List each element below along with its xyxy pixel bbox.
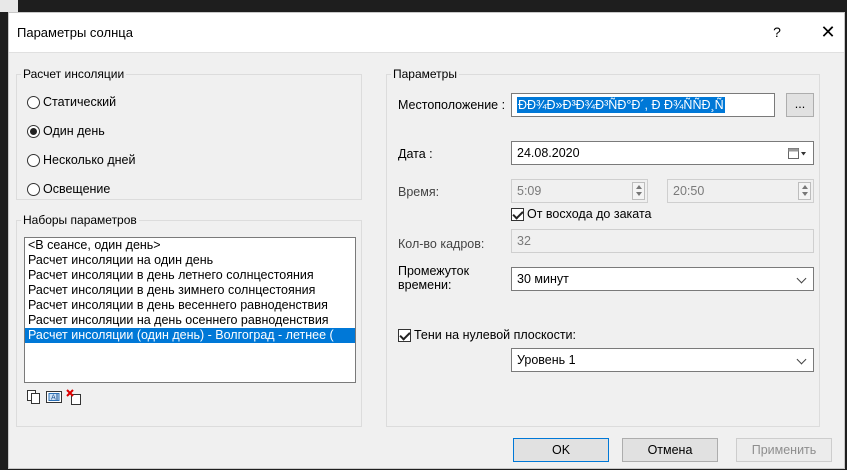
sunrise-sunset-checkbox-box[interactable] [511,207,524,221]
time-start-field[interactable]: 5:09 [511,179,648,203]
chevron-down-icon [796,354,807,365]
time-label: Время: [398,185,440,199]
location-field[interactable]: ÐÐ¾Ð»Ð³Ð¾Ð³ÑÐ°Ð´, Ð Ð¾ÑÑÐ¸Ñ [511,93,775,117]
ground-shadows-checkbox[interactable]: Тени на нулевой плоскости: [398,328,576,342]
svg-text:A: A [51,394,56,402]
rename-icon[interactable]: A [46,389,62,405]
sun-settings-dialog: Параметры солнца ? ✕ Расчет инсоляции Ст… [8,12,845,469]
radio-static-indicator[interactable] [27,95,40,109]
calendar-dropdown-icon[interactable] [787,146,809,160]
browse-location-button[interactable]: ... [786,93,814,117]
date-value: 24.08.2020 [517,146,580,160]
background-accent [0,0,18,12]
list-item[interactable]: Расчет инсоляции в день зимнего солнцест… [25,283,355,298]
radio-one-day-indicator[interactable] [27,124,40,138]
list-item[interactable]: Расчет инсоляции в день весеннего равнод… [25,298,355,313]
sunrise-sunset-checkbox[interactable]: От восхода до заката [511,207,652,221]
radio-one-day-label: Один день [43,124,105,138]
interval-value: 30 минут [517,272,569,286]
interval-label: Промежуток времени: [398,264,470,292]
level-select[interactable]: Уровень 1 [511,348,814,372]
radio-multi-day-indicator[interactable] [27,153,40,167]
spinner-up-icon[interactable] [799,183,810,191]
interval-select[interactable]: 30 минут [511,267,814,291]
title-bar: Параметры солнца ? ✕ [9,13,844,53]
radio-multi-day[interactable]: Несколько дней [27,153,136,167]
spinner-down-icon[interactable] [799,191,810,199]
spinner-up-icon[interactable] [633,183,644,191]
time-start-value: 5:09 [517,184,542,198]
duplicate-icon[interactable] [26,389,42,405]
ok-button[interactable]: OK [513,438,609,462]
parameters-legend: Параметры [393,67,457,81]
ground-shadows-checkbox-box[interactable] [398,328,411,342]
dialog-body: Расчет инсоляции Статический Один день Н… [9,53,844,470]
chevron-down-icon [796,273,807,284]
time-end-spinner[interactable] [798,182,811,200]
frames-label: Кол-во кадров: [398,237,485,251]
list-item-selected[interactable]: Расчет инсоляции (один день) - Волгоград… [25,328,355,343]
spinner-down-icon[interactable] [633,191,644,199]
location-label: Местоположение : [398,98,506,112]
radio-static-label: Статический [43,95,117,109]
delete-icon[interactable] [66,389,82,405]
date-label: Дата : [398,147,433,161]
radio-lighting[interactable]: Освещение [27,182,110,196]
dialog-title: Параметры солнца [17,25,133,40]
close-button[interactable]: ✕ [817,21,839,43]
list-item[interactable]: Расчет инсоляции на день осеннего равнод… [25,313,355,328]
date-field[interactable]: 24.08.2020 [511,141,814,165]
sunrise-sunset-label: От восхода до заката [527,207,652,221]
frames-field: 32 [511,229,814,253]
radio-static[interactable]: Статический [27,95,116,109]
time-end-field[interactable]: 20:50 [667,179,814,203]
insolation-legend: Расчет инсоляции [23,67,125,81]
time-end-value: 20:50 [673,184,705,198]
time-start-spinner[interactable] [632,182,645,200]
ground-shadows-label: Тени на нулевой плоскости: [414,328,576,342]
level-value: Уровень 1 [517,353,576,367]
cancel-button[interactable]: Отмена [622,438,718,462]
frames-value: 32 [517,234,531,248]
apply-button[interactable]: Применить [736,438,832,462]
radio-lighting-indicator[interactable] [27,182,40,196]
background-strip [0,0,847,12]
presets-list[interactable]: <В сеансе, один день> Расчет инсоляции н… [24,237,356,383]
radio-lighting-label: Освещение [43,182,111,196]
list-item[interactable]: Расчет инсоляции в день летнего солнцест… [25,268,355,283]
list-item[interactable]: Расчет инсоляции на один день [25,253,355,268]
presets-area: <В сеансе, один день> Расчет инсоляции н… [16,213,362,427]
radio-multi-day-label: Несколько дней [43,153,136,167]
radio-one-day[interactable]: Один день [27,124,105,138]
location-value: ÐÐ¾Ð»Ð³Ð¾Ð³ÑÐ°Ð´, Ð Ð¾ÑÑÐ¸Ñ [517,97,725,113]
list-item[interactable]: <В сеансе, один день> [25,238,355,253]
help-button[interactable]: ? [767,21,787,43]
